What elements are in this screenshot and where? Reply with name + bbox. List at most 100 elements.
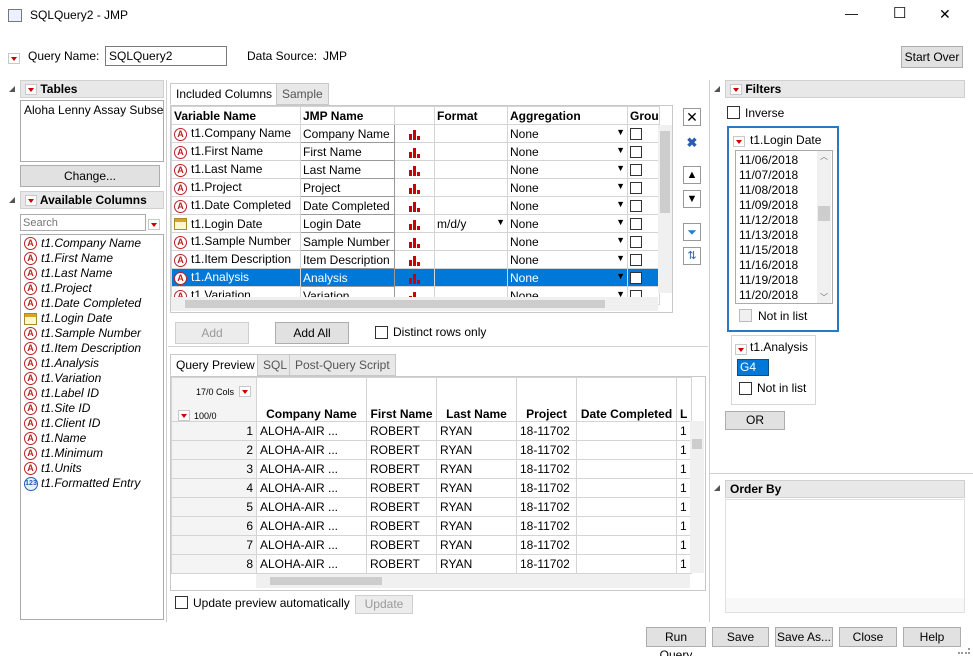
format-cell[interactable] (434, 232, 508, 251)
available-column-item[interactable]: t1.Login Date (24, 311, 160, 326)
preview-cell[interactable] (576, 516, 677, 536)
table-item[interactable]: Aloha Lenny Assay Subset (21, 101, 163, 119)
jmp-name[interactable]: Last Name (303, 163, 361, 177)
row-number[interactable]: 6 (171, 516, 257, 536)
order-by-icon[interactable]: ⇅ (683, 247, 701, 265)
variable-name-cell[interactable]: t1.Login Date (171, 214, 301, 233)
preview-hscrollbar[interactable] (256, 574, 690, 588)
chevron-down-icon[interactable]: ▼ (616, 127, 625, 137)
aggregation-cell[interactable]: None ▼ (507, 232, 628, 251)
preview-cell[interactable]: ROBERT (366, 421, 437, 441)
preview-cell[interactable]: ALOHA-AIR ... (256, 497, 367, 517)
jmp-name-cell[interactable]: First Name (300, 142, 395, 161)
available-column-item[interactable]: At1.Last Name (24, 266, 160, 281)
available-column-item[interactable]: At1.Client ID (24, 416, 160, 431)
chevron-down-icon[interactable]: ▼ (616, 145, 625, 155)
preview-cell[interactable]: ALOHA-AIR ... (256, 516, 367, 536)
preview-row[interactable]: 7 ALOHA-AIR ... ROBERT RYAN 18-11702 1 (171, 535, 692, 555)
tab-sample[interactable]: Sample (276, 83, 329, 105)
modeling-type-cell[interactable] (394, 268, 435, 287)
preview-cell[interactable]: ROBERT (366, 535, 437, 555)
jmp-name[interactable]: Project (303, 181, 340, 195)
format-cell[interactable] (434, 268, 508, 287)
included-row[interactable]: At1.Item Description Item Description None… (171, 250, 660, 269)
preview-cell[interactable] (576, 440, 677, 460)
inverse-checkbox[interactable] (727, 106, 740, 119)
aggregation-value[interactable]: None (510, 145, 539, 159)
group-checkbox[interactable] (630, 164, 642, 177)
included-scroll-thumb[interactable] (660, 131, 670, 213)
aggregation-value[interactable]: None (510, 127, 539, 141)
filters-menu-icon[interactable] (730, 84, 742, 96)
aggregation-cell[interactable]: None ▼ (507, 268, 628, 287)
preview-header[interactable]: Last Name (436, 377, 517, 422)
variable-name-cell[interactable]: At1.Company Name (171, 124, 301, 143)
aggregation-value[interactable]: None (510, 271, 539, 285)
chevron-down-icon[interactable]: ▼ (616, 235, 625, 245)
change-button[interactable]: Change... (20, 165, 160, 187)
available-column-item[interactable]: At1.Item Description (24, 341, 160, 356)
included-row[interactable]: At1.First Name First Name None ▼ (171, 142, 660, 161)
preview-cell[interactable]: RYAN (436, 440, 517, 460)
tables-disclosure-icon[interactable] (9, 86, 15, 92)
modeling-type-cell[interactable] (394, 178, 435, 197)
preview-cell[interactable] (576, 535, 677, 555)
modeling-type-cell[interactable] (394, 196, 435, 215)
preview-cell[interactable]: ROBERT (366, 459, 437, 479)
preview-cell[interactable]: 18-11702 (516, 535, 577, 555)
help-button[interactable]: Help (903, 627, 961, 647)
add-button[interactable]: Add (175, 322, 249, 344)
tab-post-query-script[interactable]: Post-Query Script (289, 354, 396, 376)
bar-chart-icon[interactable] (408, 273, 421, 284)
bar-chart-icon[interactable] (408, 147, 421, 158)
tab-sql[interactable]: SQL (257, 354, 294, 376)
bar-chart-icon[interactable] (408, 255, 421, 266)
jmp-name[interactable]: Company Name (303, 127, 390, 141)
variable-name-cell[interactable]: At1.Item Description (171, 250, 301, 269)
available-disclosure-icon[interactable] (9, 197, 15, 203)
modeling-type-cell[interactable] (394, 124, 435, 143)
preview-cell[interactable]: ALOHA-AIR ... (256, 421, 367, 441)
included-row[interactable]: At1.Project Project None ▼ (171, 178, 660, 197)
row-number[interactable]: 8 (171, 554, 257, 574)
jmp-name-cell[interactable]: Date Completed (300, 196, 395, 215)
group-cell[interactable] (627, 178, 660, 197)
preview-header[interactable]: Project (516, 377, 577, 422)
preview-cell[interactable]: RYAN (436, 554, 517, 574)
jmp-name-cell[interactable]: Company Name (300, 124, 395, 143)
available-menu-icon[interactable] (25, 195, 37, 207)
preview-header[interactable]: Company Name (256, 377, 367, 422)
preview-cell[interactable]: ALOHA-AIR ... (256, 554, 367, 574)
aggregation-cell[interactable]: None ▼ (507, 214, 628, 233)
date-list-scrollbar[interactable]: ︿ ﹀ (817, 151, 831, 303)
variable-name-cell[interactable]: At1.Date Completed (171, 196, 301, 215)
preview-cell[interactable] (576, 478, 677, 498)
jmp-name-cell[interactable]: Login Date (300, 214, 395, 233)
preview-cell[interactable]: ROBERT (366, 554, 437, 574)
available-column-item[interactable]: At1.Variation (24, 371, 160, 386)
included-row[interactable]: At1.Date Completed Date Completed None ▼ (171, 196, 660, 215)
resize-grip-icon[interactable] (958, 648, 970, 654)
preview-cell[interactable]: RYAN (436, 535, 517, 555)
row-number[interactable]: 7 (171, 535, 257, 555)
group-checkbox[interactable] (630, 146, 642, 159)
aggregation-cell[interactable]: None ▼ (507, 142, 628, 161)
included-row[interactable]: t1.Login Date Login Date m/d/y ▼ None ▼ (171, 214, 660, 233)
format-cell[interactable] (434, 250, 508, 269)
row-number[interactable]: 4 (171, 478, 257, 498)
preview-scrollbar[interactable] (690, 421, 704, 573)
available-column-item[interactable]: At1.Units (24, 461, 160, 476)
move-up-icon[interactable]: ▲ (683, 166, 701, 184)
chevron-down-icon[interactable]: ▼ (616, 271, 625, 281)
column-search-input[interactable] (20, 214, 146, 231)
included-row[interactable]: At1.Last Name Last Name None ▼ (171, 160, 660, 179)
preview-cell[interactable]: 18-11702 (516, 459, 577, 479)
jmp-name-cell[interactable]: Project (300, 178, 395, 197)
available-column-item[interactable]: At1.Company Name (24, 236, 160, 251)
bar-chart-icon[interactable] (408, 129, 421, 140)
chevron-down-icon[interactable]: ▼ (616, 253, 625, 263)
preview-cell[interactable]: ALOHA-AIR ... (256, 440, 367, 460)
bar-chart-icon[interactable] (408, 237, 421, 248)
row-number[interactable]: 1 (171, 421, 257, 441)
group-checkbox[interactable] (630, 128, 642, 141)
